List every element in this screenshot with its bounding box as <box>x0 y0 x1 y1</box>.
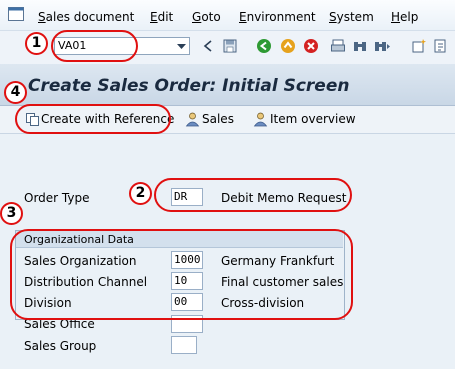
order-type-label: Order Type <box>24 191 90 205</box>
sales-group-label: Sales Group <box>24 339 97 353</box>
menu-sales-document[interactable]: Sales document <box>38 10 134 24</box>
step-marker-1: 1 <box>25 32 48 55</box>
find-icon[interactable] <box>352 38 368 54</box>
chevron-down-icon[interactable] <box>174 38 189 54</box>
highlight-organizational-data <box>10 229 353 320</box>
highlight-command-field <box>51 30 138 62</box>
item-overview-button[interactable]: Item overview <box>270 112 356 126</box>
person-icon <box>185 112 200 127</box>
exit-icon[interactable] <box>280 38 296 54</box>
page-title: Create Sales Order: Initial Screen <box>28 76 350 96</box>
menu-help[interactable]: Help <box>391 10 418 24</box>
window-menu-icon[interactable] <box>8 7 24 21</box>
person-icon <box>253 112 268 127</box>
sales-group-input[interactable] <box>171 336 197 354</box>
step-marker-3: 3 <box>0 202 23 225</box>
highlight-create-with-reference <box>15 104 171 134</box>
menu-edit[interactable]: Edit <box>150 10 173 24</box>
step-marker-4: 4 <box>4 81 27 104</box>
back-icon[interactable] <box>256 38 272 54</box>
save-icon[interactable] <box>222 38 238 54</box>
create-session-icon[interactable] <box>411 38 427 54</box>
shortcut-icon[interactable] <box>433 38 449 54</box>
step-marker-2: 2 <box>129 182 152 205</box>
menu-environment[interactable]: Environment <box>239 10 316 24</box>
menu-system[interactable]: System <box>329 10 374 24</box>
menu-bar: Sales document Edit Goto Environment Sys… <box>0 0 455 30</box>
menu-goto[interactable]: Goto <box>192 10 221 24</box>
back-arrow-icon[interactable] <box>200 38 216 54</box>
cancel-icon[interactable] <box>303 38 319 54</box>
print-icon[interactable] <box>330 38 346 54</box>
sales-button[interactable]: Sales <box>202 112 234 126</box>
highlight-order-type <box>154 178 352 212</box>
find-next-icon[interactable] <box>374 38 390 54</box>
